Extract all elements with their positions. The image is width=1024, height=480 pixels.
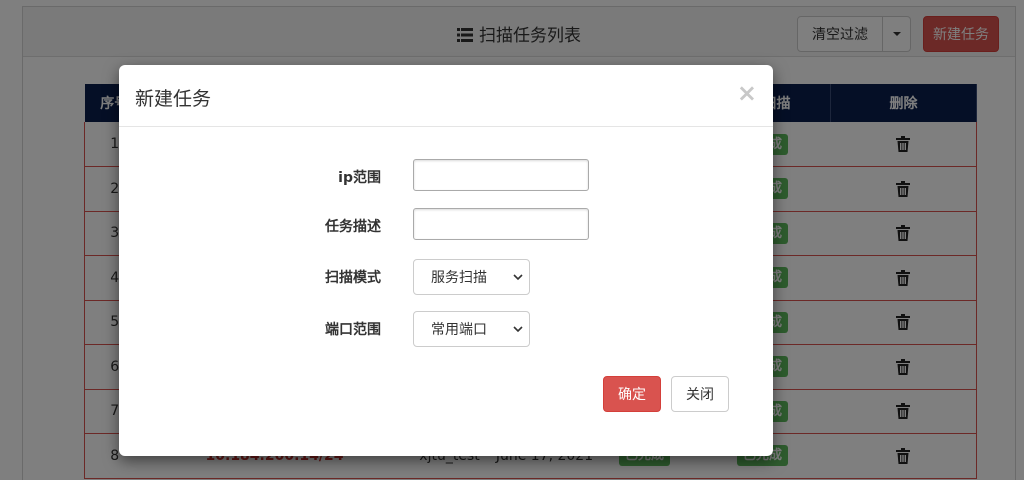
close-icon[interactable]: × (737, 81, 757, 105)
ip-range-row: ip范围 (119, 159, 773, 193)
ip-range-label: ip范围 (338, 170, 381, 186)
new-task-modal: 新建任务 × ip范围 任务描述 扫描模式 服务扫描 端口范围 常用端口 确定 … (119, 65, 773, 456)
chevron-down-icon (513, 274, 523, 281)
port-range-row: 端口范围 常用端口 (119, 311, 773, 347)
description-input[interactable] (413, 208, 589, 240)
scan-mode-row: 扫描模式 服务扫描 (119, 259, 773, 295)
port-range-value: 常用端口 (431, 322, 487, 338)
port-range-select[interactable]: 常用端口 (413, 311, 530, 347)
description-row: 任务描述 (119, 208, 773, 242)
chevron-down-icon (513, 326, 523, 333)
modal-title: 新建任务 (135, 88, 212, 110)
scan-mode-value: 服务扫描 (431, 270, 487, 286)
port-range-label: 端口范围 (325, 322, 381, 338)
scan-mode-select[interactable]: 服务扫描 (413, 259, 530, 295)
ip-range-input[interactable] (413, 159, 589, 191)
modal-header: 新建任务 × (119, 65, 773, 127)
scan-mode-label: 扫描模式 (325, 270, 381, 286)
close-button[interactable]: 关闭 (671, 376, 729, 412)
confirm-button[interactable]: 确定 (603, 376, 661, 412)
description-label: 任务描述 (325, 219, 381, 235)
